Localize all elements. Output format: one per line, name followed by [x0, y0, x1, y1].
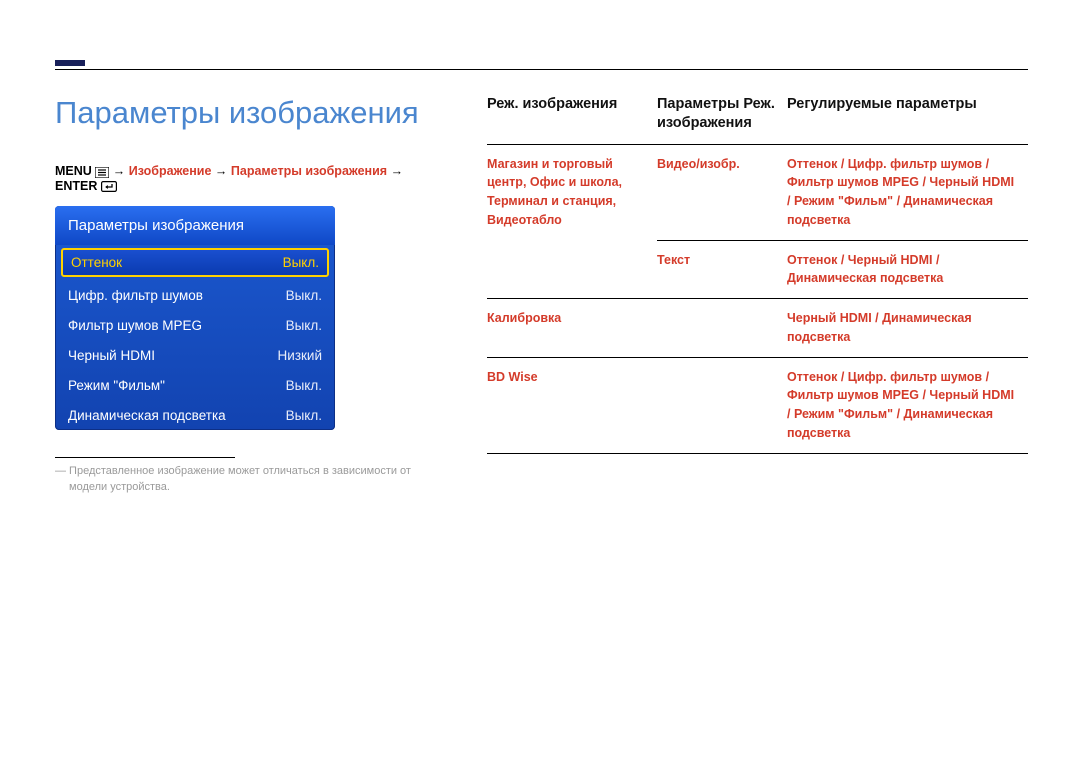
table-cell-submode: [657, 299, 787, 358]
breadcrumb-arrow-2: →: [215, 164, 231, 178]
page-rule: [55, 69, 1028, 70]
content-row: Параметры изображения MENU → Изображение…: [55, 95, 1028, 496]
osd-row-value: Низкий: [278, 348, 322, 363]
osd-row-value: Выкл.: [286, 408, 322, 423]
table-cell-submode: [657, 357, 787, 453]
table-header-1: Реж. изображения: [487, 95, 657, 144]
osd-menu: Параметры изображения Оттенок Выкл. Цифр…: [55, 206, 335, 430]
table-cell-mode: Магазин и торговый центр, Офис и школа, …: [487, 144, 657, 299]
osd-row-value: Выкл.: [286, 288, 322, 303]
parameters-table: Реж. изображения Параметры Реж. изображе…: [487, 95, 1028, 454]
table-header-3: Регулируемые параметры: [787, 95, 1028, 144]
breadcrumb-p1: Изображение: [129, 164, 212, 178]
table-cell-submode: Текст: [657, 240, 787, 299]
osd-row-value: Выкл.: [286, 378, 322, 393]
page-root: Параметры изображения MENU → Изображение…: [0, 0, 1080, 496]
osd-row[interactable]: Режим "Фильм" Выкл.: [55, 370, 335, 400]
table-cell-submode: Видео/изобр.: [657, 144, 787, 240]
enter-icon: [101, 179, 117, 193]
osd-row[interactable]: Черный HDMI Низкий: [55, 340, 335, 370]
osd-row-label: Оттенок: [71, 255, 122, 270]
menu-icon: [95, 165, 109, 179]
osd-row-value: Выкл.: [286, 318, 322, 333]
table-cell-mode: Калибровка: [487, 299, 657, 358]
osd-row-selected[interactable]: Оттенок Выкл.: [61, 248, 329, 277]
breadcrumb-arrow-1: →: [113, 164, 129, 178]
page-accent: [55, 60, 85, 66]
osd-row-label: Цифр. фильтр шумов: [68, 288, 203, 303]
breadcrumb-arrow-3: →: [391, 164, 404, 178]
table-cell-params: Черный HDMI / Динамическая подсветка: [787, 299, 1028, 358]
breadcrumb-enter: ENTER: [55, 179, 97, 193]
osd-row-label: Режим "Фильм": [68, 378, 165, 393]
table-header-2: Параметры Реж. изображения: [657, 95, 787, 144]
osd-row[interactable]: Динамическая подсветка Выкл.: [55, 400, 335, 430]
table-row: Магазин и торговый центр, Офис и школа, …: [487, 144, 1028, 240]
breadcrumb: MENU → Изображение → Параметры изображен…: [55, 164, 435, 193]
osd-header: Параметры изображения: [55, 206, 335, 245]
osd-row-label: Динамическая подсветка: [68, 408, 226, 423]
table-cell-params: Оттенок / Черный HDMI / Динамическая под…: [787, 240, 1028, 299]
table-cell-mode: BD Wise: [487, 357, 657, 453]
table-cell-params: Оттенок / Цифр. фильтр шумов / Фильтр шу…: [787, 357, 1028, 453]
right-column: Реж. изображения Параметры Реж. изображе…: [487, 95, 1028, 496]
osd-row-value: Выкл.: [283, 255, 319, 270]
breadcrumb-p2: Параметры изображения: [231, 164, 387, 178]
osd-row-label: Фильтр шумов MPEG: [68, 318, 202, 333]
table-cell-params: Оттенок / Цифр. фильтр шумов / Фильтр шу…: [787, 144, 1028, 240]
footnote-text: ― Представленное изображение может отлич…: [55, 464, 435, 496]
page-title: Параметры изображения: [55, 95, 435, 131]
osd-row-label: Черный HDMI: [68, 348, 155, 363]
footnote-rule: [55, 457, 235, 458]
table-row: BD Wise Оттенок / Цифр. фильтр шумов / Ф…: [487, 357, 1028, 453]
table-row: Калибровка Черный HDMI / Динамическая по…: [487, 299, 1028, 358]
breadcrumb-menu: MENU: [55, 164, 92, 178]
left-column: Параметры изображения MENU → Изображение…: [55, 95, 435, 496]
osd-row[interactable]: Цифр. фильтр шумов Выкл.: [55, 280, 335, 310]
osd-row[interactable]: Фильтр шумов MPEG Выкл.: [55, 310, 335, 340]
